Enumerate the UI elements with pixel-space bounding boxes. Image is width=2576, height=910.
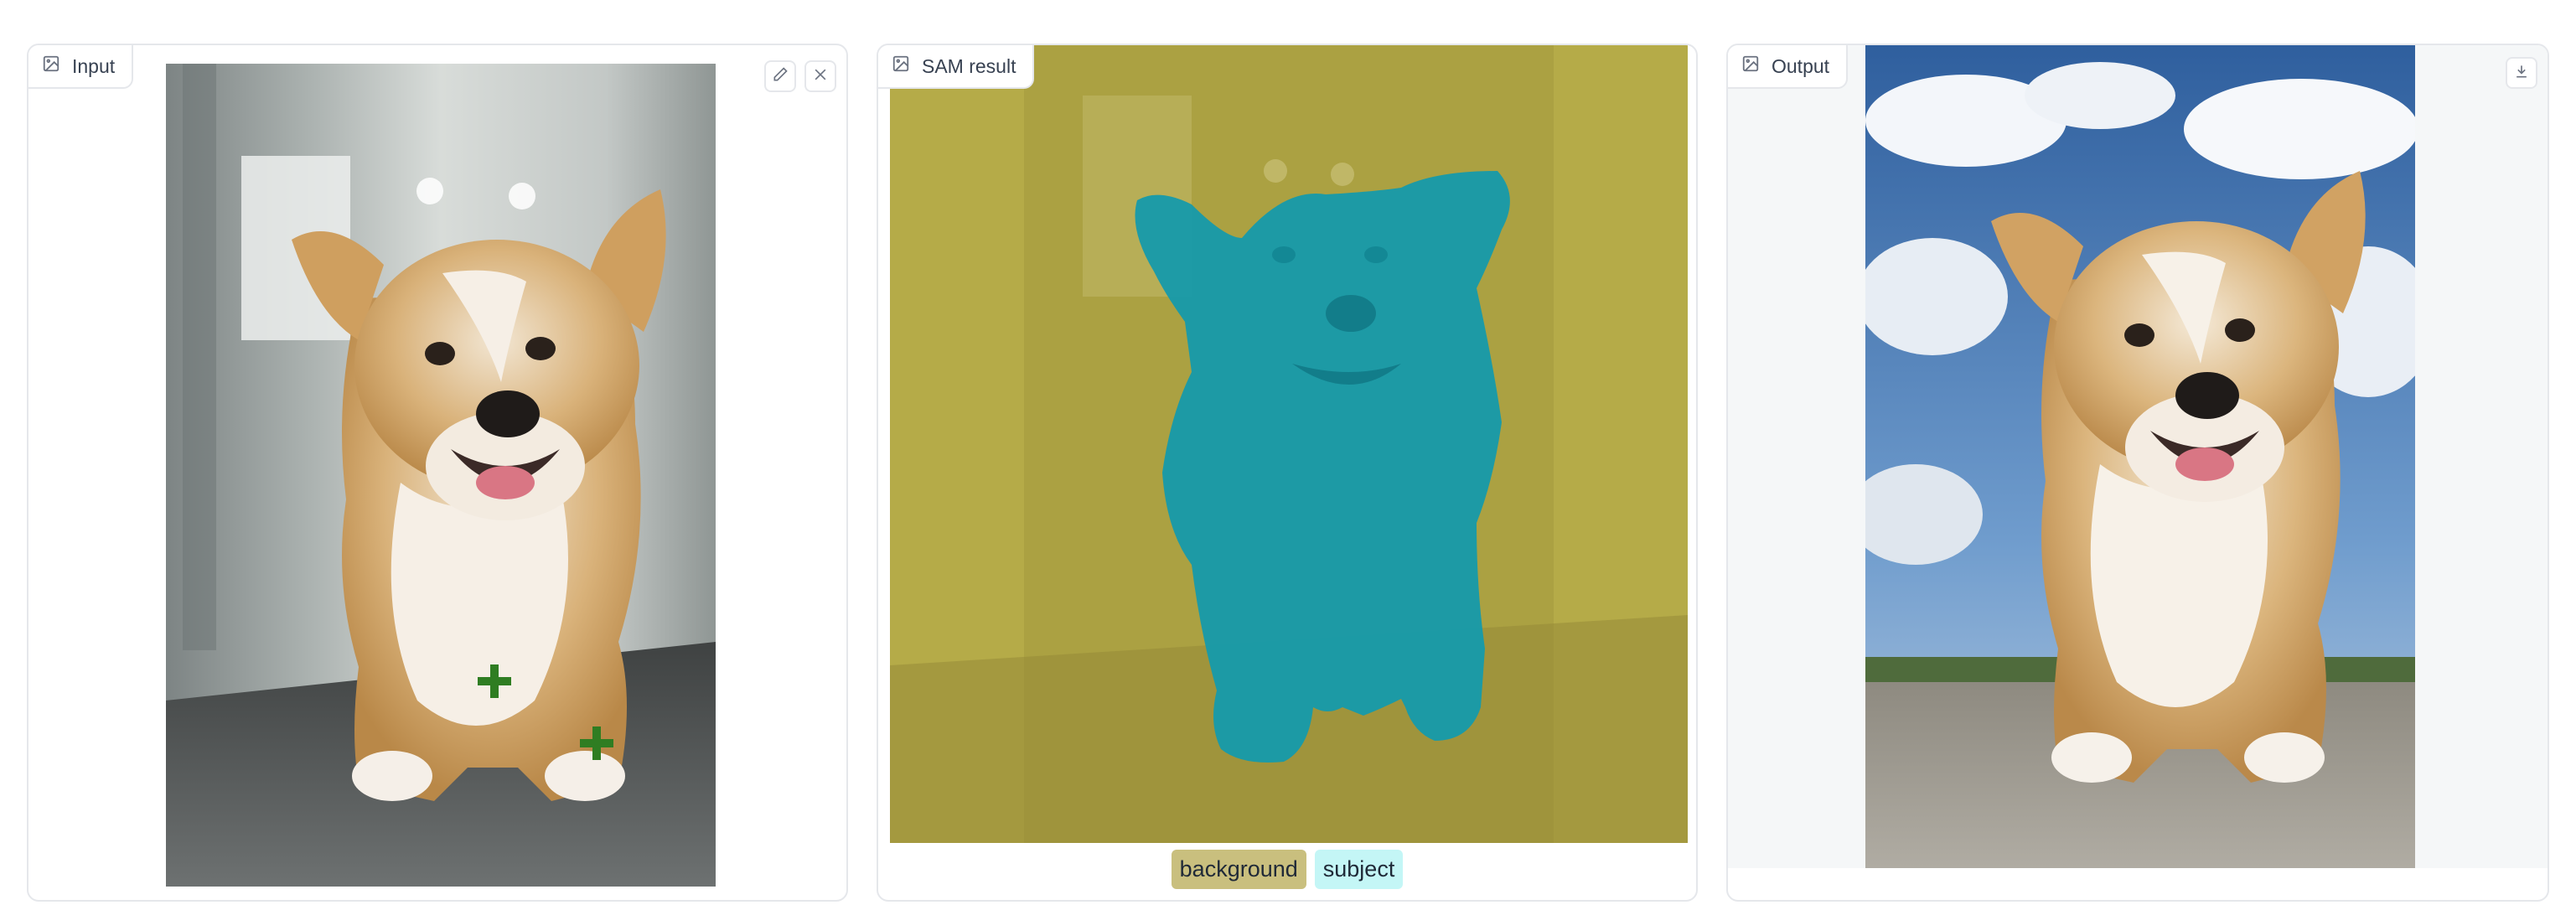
image-icon <box>1741 54 1760 78</box>
edit-icon <box>772 66 789 87</box>
input-label-text: Input <box>72 54 116 77</box>
sam-result-label-text: SAM result <box>922 54 1016 77</box>
output-label: Output <box>1728 45 1849 89</box>
legend-item-background: background <box>1171 850 1306 889</box>
edit-button[interactable] <box>764 60 796 92</box>
sam-mask-image <box>890 45 1688 843</box>
legend-item-subject: subject <box>1314 850 1404 889</box>
output-panel: Output <box>1726 44 2549 902</box>
output-label-text: Output <box>1772 54 1830 77</box>
clear-button[interactable] <box>804 60 836 92</box>
sam-result-panel: SAM result background subject <box>877 44 1698 902</box>
close-icon <box>812 66 829 87</box>
corgi-photo <box>166 64 716 887</box>
image-icon <box>892 54 910 78</box>
image-icon <box>42 54 60 78</box>
output-image[interactable] <box>1865 45 2415 868</box>
input-label: Input <box>28 45 134 89</box>
mask-legend: background subject <box>878 850 1696 889</box>
download-icon <box>2513 63 2530 84</box>
download-button[interactable] <box>2506 57 2537 89</box>
composited-photo <box>1865 45 2415 868</box>
sam-result-label: SAM result <box>878 45 1035 89</box>
input-image[interactable] <box>166 64 716 887</box>
input-panel: Input <box>27 44 848 902</box>
